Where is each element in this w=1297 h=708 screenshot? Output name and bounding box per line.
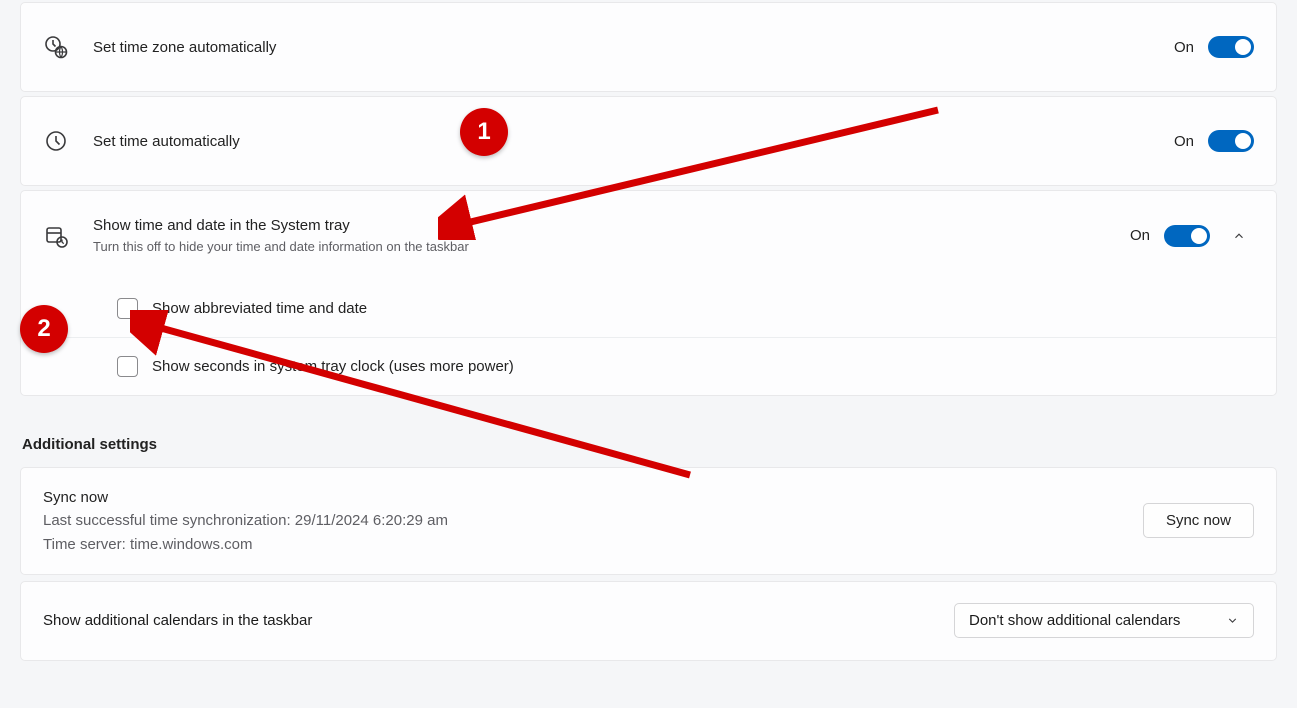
checkbox-seconds[interactable] xyxy=(117,356,138,377)
toggle-set-time-auto[interactable] xyxy=(1208,130,1254,152)
toggle-state-label: On xyxy=(1174,39,1194,56)
toggle-state-label: On xyxy=(1130,227,1150,244)
annotation-badge-1: 1 xyxy=(460,108,508,156)
additional-settings-heading: Additional settings xyxy=(22,436,1277,453)
chevron-down-icon xyxy=(1226,614,1239,627)
sub-label: Show seconds in system tray clock (uses … xyxy=(152,358,514,375)
sub-row-seconds: Show seconds in system tray clock (uses … xyxy=(21,337,1276,395)
clock-icon xyxy=(43,128,69,154)
setting-row-show-systray: Show time and date in the System tray Tu… xyxy=(20,190,1277,280)
setting-label: Set time zone automatically xyxy=(93,37,1174,58)
calendars-selected: Don't show additional calendars xyxy=(969,612,1180,629)
sync-title: Sync now xyxy=(43,486,1143,509)
toggle-show-systray[interactable] xyxy=(1164,225,1210,247)
sync-now-card: Sync now Last successful time synchroniz… xyxy=(20,467,1277,575)
sub-row-abbreviated: Show abbreviated time and date xyxy=(21,280,1276,337)
annotation-badge-2: 2 xyxy=(20,305,68,353)
systray-subpanel: Show abbreviated time and date Show seco… xyxy=(20,280,1277,396)
checkbox-abbreviated[interactable] xyxy=(117,298,138,319)
sync-server: Time server: time.windows.com xyxy=(43,533,1143,556)
calendar-clock-icon xyxy=(43,223,69,249)
globe-clock-icon xyxy=(43,34,69,60)
setting-row-set-time-auto: Set time automatically On xyxy=(20,96,1277,186)
setting-row-set-timezone-auto: Set time zone automatically On xyxy=(20,2,1277,92)
setting-label: Set time automatically xyxy=(93,131,1174,152)
toggle-state-label: On xyxy=(1174,133,1194,150)
additional-calendars-row: Show additional calendars in the taskbar… xyxy=(20,581,1277,661)
sync-now-button[interactable]: Sync now xyxy=(1143,503,1254,538)
toggle-set-timezone-auto[interactable] xyxy=(1208,36,1254,58)
expand-button[interactable] xyxy=(1224,221,1254,251)
calendars-select[interactable]: Don't show additional calendars xyxy=(954,603,1254,638)
setting-description: Turn this off to hide your time and date… xyxy=(93,238,1130,256)
sync-last: Last successful time synchronization: 29… xyxy=(43,509,1143,532)
setting-label: Show time and date in the System tray xyxy=(93,215,1130,236)
sub-label: Show abbreviated time and date xyxy=(152,300,367,317)
calendars-label: Show additional calendars in the taskbar xyxy=(43,612,954,629)
